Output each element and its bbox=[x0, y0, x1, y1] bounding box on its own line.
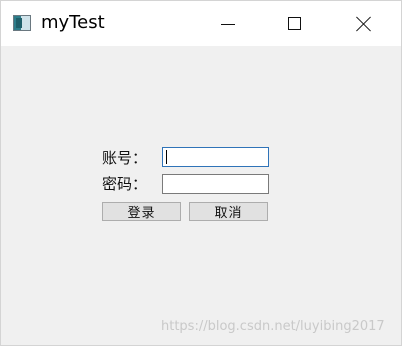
app-icon bbox=[13, 15, 31, 31]
account-input[interactable] bbox=[162, 147, 269, 167]
minimize-button[interactable] bbox=[205, 1, 251, 46]
account-label: 账号： bbox=[102, 149, 148, 167]
password-label: 密码： bbox=[102, 175, 148, 193]
cancel-button[interactable]: 取消 bbox=[189, 202, 268, 221]
maximize-icon bbox=[287, 17, 301, 30]
minimize-icon bbox=[221, 24, 235, 25]
watermark: https://blog.csdn.net/luyibing2017 bbox=[161, 319, 385, 334]
close-button[interactable] bbox=[341, 1, 387, 46]
login-button[interactable]: 登录 bbox=[102, 202, 181, 221]
window-title: myTest bbox=[41, 12, 105, 33]
password-input[interactable] bbox=[162, 174, 269, 194]
app-window: myTest 账号： 密码： 登录 取消 https://blog.csdn.n… bbox=[0, 0, 402, 346]
maximize-button[interactable] bbox=[271, 1, 317, 46]
title-bar[interactable]: myTest bbox=[1, 1, 401, 46]
close-icon bbox=[356, 16, 372, 32]
text-caret bbox=[166, 150, 167, 164]
